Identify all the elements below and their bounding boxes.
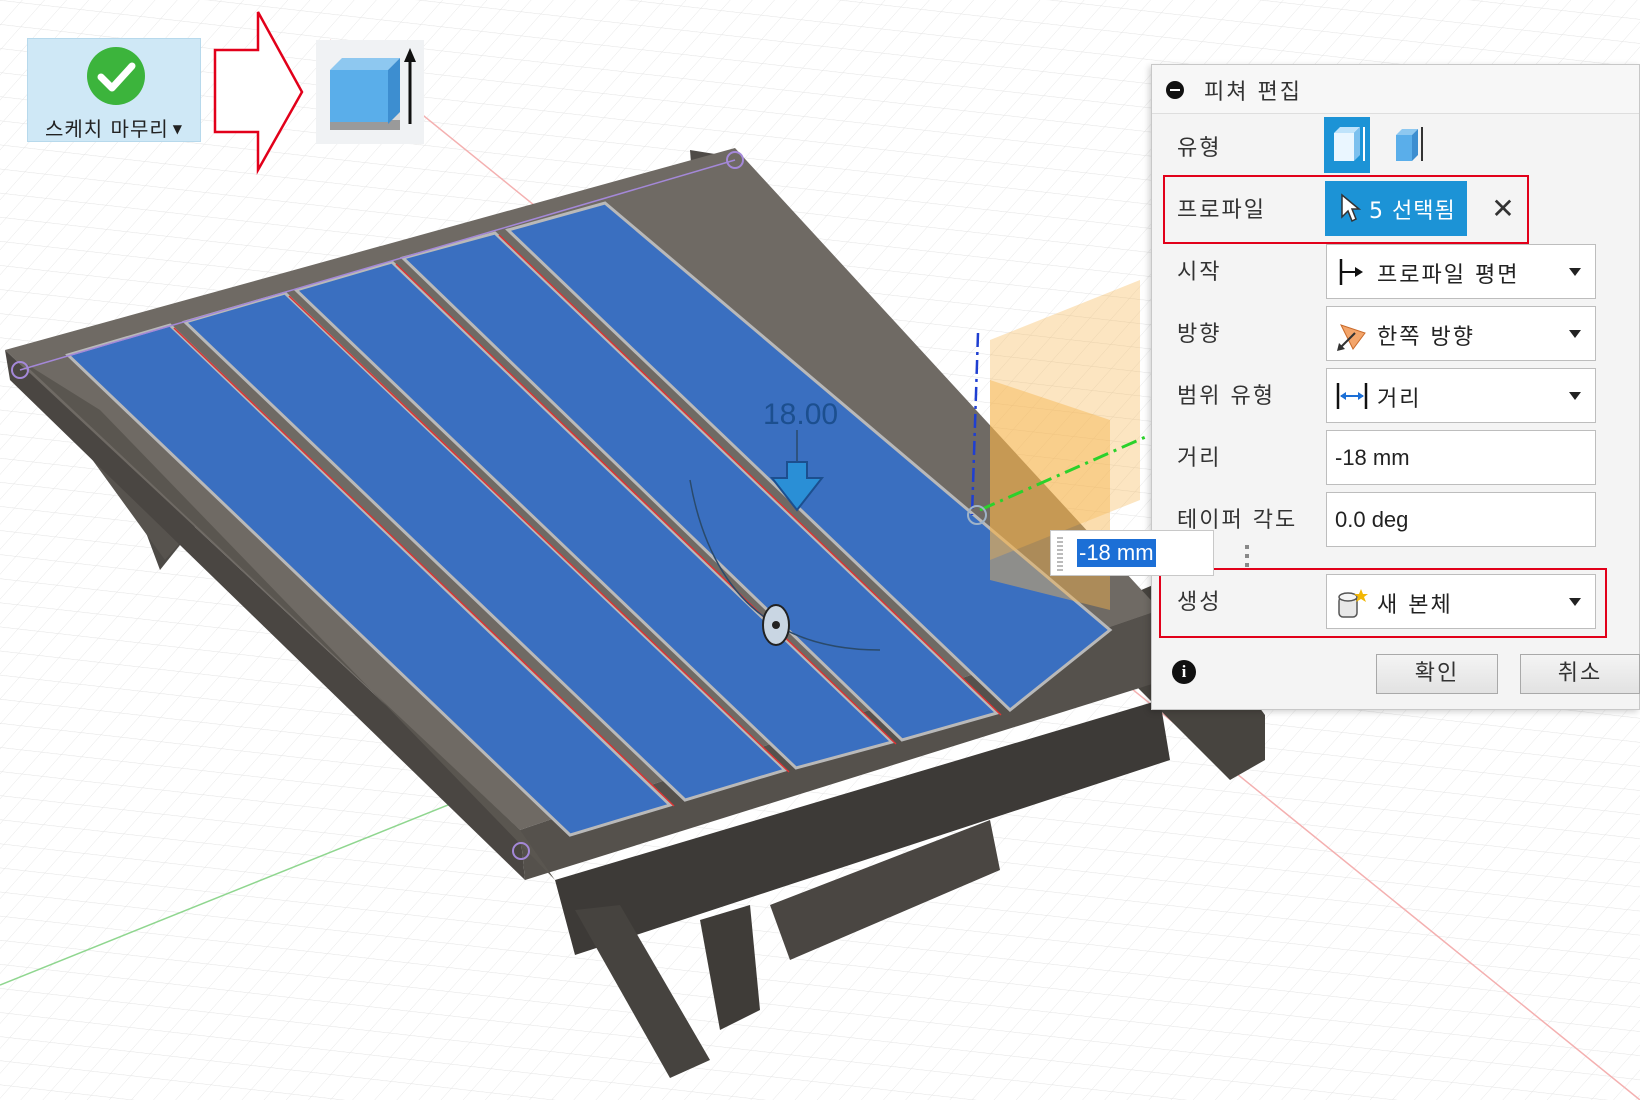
extent-type-label: 범위 유형 (1177, 384, 1275, 409)
cancel-button[interactable]: 취소 (1520, 654, 1640, 694)
checkmark-icon (87, 47, 145, 105)
start-select[interactable]: 프로파일 평면 (1326, 244, 1596, 299)
distance-field[interactable] (1326, 430, 1596, 485)
finish-sketch-button[interactable]: 스케치 마무리 ▼ (27, 38, 201, 142)
info-icon[interactable]: i (1172, 660, 1196, 684)
distance-icon (1336, 383, 1368, 409)
drag-handle[interactable] (1057, 537, 1063, 571)
type-label: 유형 (1177, 136, 1222, 161)
panel-header: 피쳐 편집 (1152, 65, 1639, 114)
panel-title: 피쳐 편집 (1204, 80, 1302, 105)
more-options-icon[interactable] (1245, 545, 1249, 569)
distance-label: 거리 (1177, 446, 1222, 471)
caret-down-icon[interactable]: ▼ (173, 122, 183, 136)
profile-plane-icon (1339, 259, 1363, 285)
extent-type-select[interactable]: 거리 (1326, 368, 1596, 423)
taper-angle-field[interactable] (1326, 492, 1596, 547)
ok-button[interactable]: 확인 (1376, 654, 1498, 694)
highlight-box-operation (1159, 568, 1607, 638)
finish-sketch-label: 스케치 마무리 ▼ (45, 117, 183, 141)
chevron-down-icon (1569, 392, 1581, 400)
extrude-type-thin-button[interactable] (1384, 117, 1430, 173)
floating-distance-input[interactable]: -18 mm (1050, 530, 1214, 576)
collapse-icon[interactable] (1166, 81, 1184, 99)
highlight-box-profile (1163, 175, 1529, 244)
extrude-icon[interactable] (316, 40, 424, 144)
direction-label: 방향 (1177, 322, 1222, 347)
floating-distance-value[interactable]: -18 mm (1077, 539, 1156, 567)
direction-select[interactable]: 한쪽 방향 (1326, 306, 1596, 361)
extrude-type-solid-button[interactable] (1324, 117, 1370, 173)
one-side-direction-icon (1337, 324, 1366, 351)
dimension-label: 18.00 (763, 398, 839, 431)
chevron-down-icon (1569, 330, 1581, 338)
chevron-down-icon (1569, 268, 1581, 276)
start-label: 시작 (1177, 260, 1222, 285)
